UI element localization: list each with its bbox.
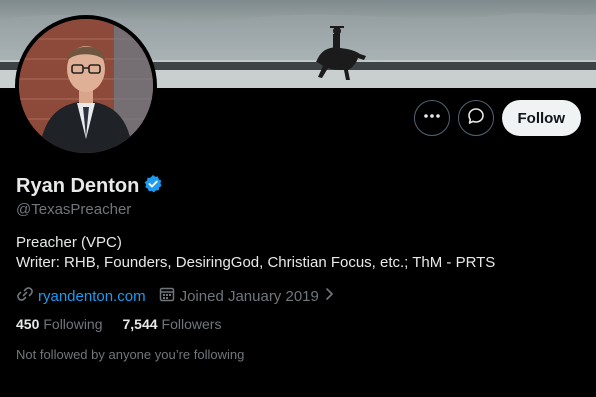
joined-item[interactable]: Joined January 2019	[158, 285, 335, 307]
following-link[interactable]: 450 Following	[16, 316, 103, 332]
more-icon	[423, 107, 441, 130]
joined-date: Joined January 2019	[179, 287, 319, 305]
profile-actions: Follow	[413, 100, 581, 136]
profile-bio: Preacher (VPC) Writer: RHB, Founders, De…	[16, 233, 495, 273]
following-label: Following	[43, 316, 103, 332]
bio-line: Writer: RHB, Founders, DesiringGod, Chri…	[16, 254, 496, 271]
profile-name: Ryan Denton	[16, 175, 140, 197]
followers-label: Followers	[161, 316, 222, 332]
website-link[interactable]: ryandenton.com	[38, 288, 146, 305]
follow-button[interactable]: Follow	[501, 100, 581, 136]
website-item: ryandenton.com	[16, 285, 146, 307]
follow-counts: 450 Following 7,544 Followers	[16, 316, 221, 332]
message-icon	[467, 107, 485, 130]
profile-handle: @TexasPreacher	[16, 201, 132, 218]
chevron-right-icon	[323, 286, 335, 306]
bio-line: Preacher (VPC)	[16, 234, 122, 251]
verified-badge-icon[interactable]	[143, 174, 163, 199]
followers-link[interactable]: 7,544 Followers	[123, 316, 222, 332]
profile-name-row: Ryan Denton	[16, 174, 163, 199]
profile-avatar[interactable]	[15, 15, 157, 157]
followers-count: 7,544	[122, 316, 158, 332]
message-button[interactable]	[457, 100, 494, 136]
profile-meta: ryandenton.com Joined January 2019	[16, 285, 335, 307]
more-button[interactable]	[413, 100, 450, 136]
following-count: 450	[16, 316, 40, 332]
calendar-icon	[158, 285, 176, 307]
link-icon	[16, 285, 34, 307]
followers-you-know: Not followed by anyone you’re following	[16, 347, 245, 362]
